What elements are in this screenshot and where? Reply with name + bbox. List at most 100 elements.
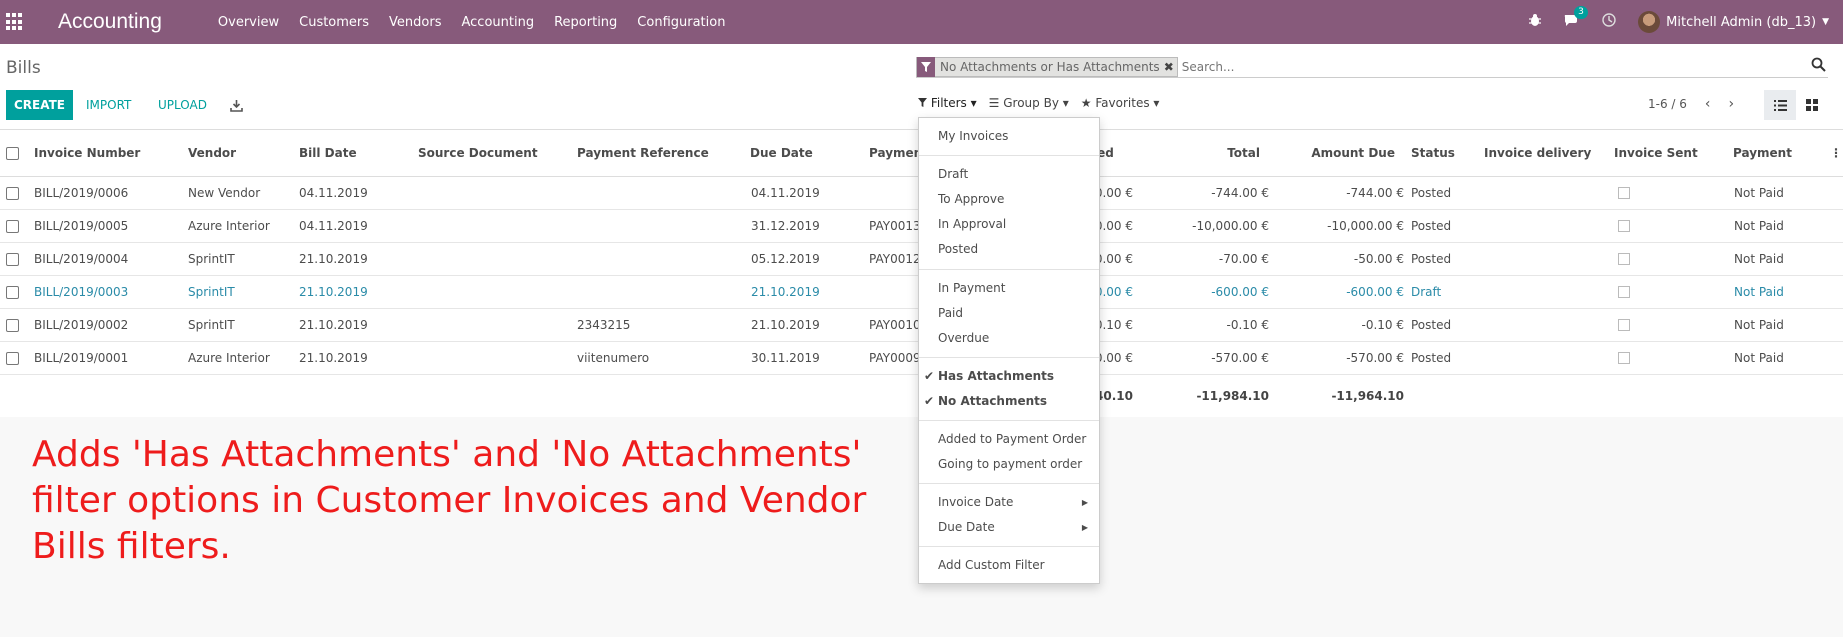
filter-posted[interactable]: Posted <box>938 239 978 259</box>
user-name: Mitchell Admin (db_13) <box>1666 14 1817 30</box>
download-icon[interactable] <box>230 90 243 120</box>
filters-toggle[interactable]: Filters ▾ <box>918 96 977 110</box>
filter-added-to-payment-order[interactable]: Added to Payment Order <box>938 429 1086 449</box>
filter-invoice-date[interactable]: Invoice Date ▶ <box>938 492 1098 512</box>
cell-status: Posted <box>1411 351 1452 365</box>
col-status[interactable]: Status <box>1411 130 1455 176</box>
cell-status: Posted <box>1411 252 1452 266</box>
cell-due-date: 05.12.2019 <box>751 252 820 266</box>
pager-value[interactable]: 1-6 / 6 <box>1648 97 1687 111</box>
col-payment-id[interactable]: Paymen <box>869 130 922 176</box>
cell-payment-state: Not Paid <box>1734 351 1784 365</box>
cell-payment-state: Not Paid <box>1734 252 1784 266</box>
invoice-sent-checkbox <box>1618 220 1630 232</box>
row-checkbox[interactable] <box>6 351 19 365</box>
favorites-toggle[interactable]: ★ Favorites ▾ <box>1081 96 1160 110</box>
app-title[interactable]: Accounting <box>58 10 162 34</box>
upload-button[interactable]: UPLOAD <box>158 90 207 120</box>
user-menu[interactable]: Mitchell Admin (db_13) ▼ <box>1638 11 1829 33</box>
filter-due-date[interactable]: Due Date ▶ <box>938 517 1098 537</box>
favorites-label: Favorites <box>1095 96 1150 110</box>
row-checkbox[interactable] <box>6 318 19 332</box>
col-payment-reference[interactable]: Payment Reference <box>577 130 709 176</box>
filter-label: Has Attachments <box>938 369 1055 383</box>
cell-payment-state: Not Paid <box>1734 318 1784 332</box>
search-input[interactable] <box>1181 59 1782 74</box>
col-invoice-delivery[interactable]: Invoice delivery <box>1484 130 1591 176</box>
select-all-checkbox[interactable] <box>6 146 19 160</box>
cell-invoice-number: BILL/2019/0001 <box>34 351 129 365</box>
row-checkbox[interactable] <box>6 285 19 299</box>
create-button[interactable]: CREATE <box>6 90 73 120</box>
menu-reporting[interactable]: Reporting <box>554 15 617 30</box>
facet-remove-icon[interactable]: ✖ <box>1164 60 1177 74</box>
filter-draft[interactable]: Draft <box>938 164 968 184</box>
filters-dropdown: My Invoices Draft To Approve In Approval… <box>918 117 1100 584</box>
col-due-date[interactable]: Due Date <box>750 130 813 176</box>
filter-label: No Attachments <box>938 394 1048 408</box>
activity-clock-icon[interactable] <box>1602 13 1616 31</box>
filter-label: Invoice Date <box>938 495 1014 509</box>
import-button[interactable]: IMPORT <box>86 90 131 120</box>
col-bill-date[interactable]: Bill Date <box>299 130 357 176</box>
filter-label: Paid <box>938 306 964 320</box>
col-amount-due[interactable]: Amount Due <box>1270 130 1395 176</box>
cell-total: -0.10 € <box>1226 318 1270 332</box>
debug-bug-icon[interactable] <box>1528 13 1542 31</box>
invoice-sent-checkbox <box>1618 253 1630 265</box>
cell-payment-reference: 2343215 <box>577 318 631 332</box>
filter-paid[interactable]: Paid <box>938 303 963 323</box>
filter-in-payment[interactable]: In Payment <box>938 278 1006 298</box>
search-bar: No Attachments or Has Attachments ✖ <box>916 56 1828 78</box>
col-invoice-number[interactable]: Invoice Number <box>34 130 140 176</box>
col-invoice-sent[interactable]: Invoice Sent <box>1614 130 1698 176</box>
pager-next-icon[interactable]: › <box>1729 96 1735 112</box>
row-checkbox[interactable] <box>6 186 19 200</box>
separator <box>919 357 1099 358</box>
filter-no-attachments[interactable]: ✔ No Attachments <box>924 391 1047 411</box>
col-source-document[interactable]: Source Document <box>418 130 538 176</box>
filter-my-invoices[interactable]: My Invoices <box>938 126 1008 146</box>
groupby-label: Group By <box>1003 96 1059 110</box>
pager-previous-icon[interactable]: ‹ <box>1705 96 1711 112</box>
col-vendor[interactable]: Vendor <box>188 130 236 176</box>
row-checkbox[interactable] <box>6 219 19 233</box>
search-icon[interactable] <box>1811 57 1826 76</box>
menu-accounting[interactable]: Accounting <box>462 15 535 30</box>
page-title: Bills <box>6 58 41 78</box>
menu-vendors[interactable]: Vendors <box>389 15 441 30</box>
filter-to-approve[interactable]: To Approve <box>938 189 1004 209</box>
star-icon: ★ <box>1080 96 1092 110</box>
column-options-icon[interactable]: ⋮ <box>1830 130 1842 176</box>
filter-label: Overdue <box>938 331 990 345</box>
menu-configuration[interactable]: Configuration <box>637 15 725 30</box>
filter-has-attachments[interactable]: ✔ Has Attachments <box>924 366 1054 386</box>
row-checkbox[interactable] <box>6 252 19 266</box>
filter-in-approval[interactable]: In Approval <box>938 214 1006 234</box>
cell-status: Posted <box>1411 186 1452 200</box>
kanban-view-icon[interactable] <box>1796 90 1828 120</box>
apps-menu-icon[interactable] <box>6 13 24 31</box>
groupby-toggle[interactable]: ☰ Group By ▾ <box>989 96 1069 110</box>
cell-invoice-number: BILL/2019/0003 <box>34 285 129 299</box>
messages-count-badge: 3 <box>1574 6 1588 19</box>
cell-total: -70.00 € <box>1218 252 1269 266</box>
menu-customers[interactable]: Customers <box>299 15 369 30</box>
filter-overdue[interactable]: Overdue <box>938 328 989 348</box>
avatar <box>1638 11 1661 33</box>
cell-status: Posted <box>1411 318 1452 332</box>
filter-going-to-payment-order[interactable]: Going to payment order <box>938 454 1082 474</box>
cell-payment-reference: viitenumero <box>577 351 650 365</box>
add-custom-filter[interactable]: Add Custom Filter <box>938 555 1045 575</box>
cell-invoice-number: BILL/2019/0005 <box>34 219 129 233</box>
search-facet-label: No Attachments or Has Attachments <box>940 59 1160 74</box>
col-payment[interactable]: Payment <box>1733 130 1792 176</box>
cell-amount-due: -570.00 € <box>1346 351 1404 365</box>
messages-icon[interactable]: 3 <box>1564 6 1588 31</box>
menu-overview[interactable]: Overview <box>218 15 279 30</box>
col-total[interactable]: Total <box>1160 130 1260 176</box>
filter-label: Added to Payment Order <box>938 432 1087 446</box>
filter-label: Draft <box>938 167 969 181</box>
list-view-icon[interactable] <box>1764 90 1796 120</box>
filter-label: To Approve <box>938 192 1005 206</box>
